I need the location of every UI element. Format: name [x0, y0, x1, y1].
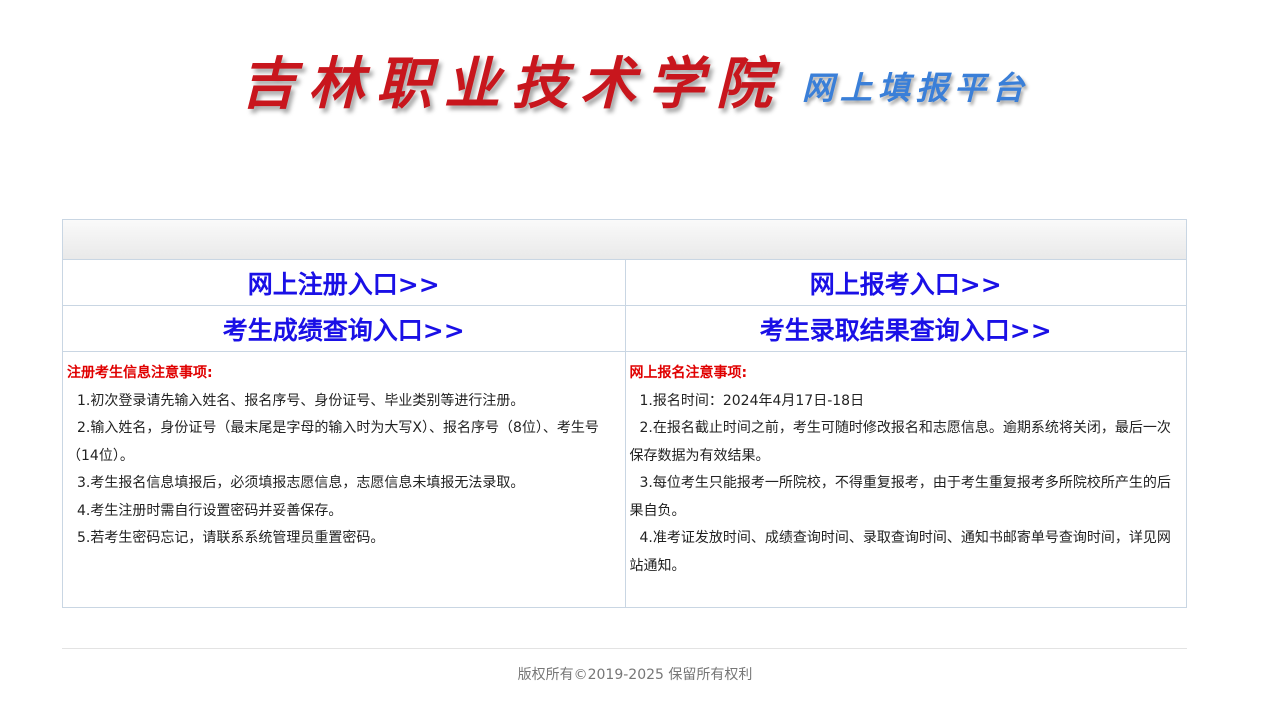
- apply-note-item: 1.报名时间：2024年4月17日-18日: [639, 392, 865, 409]
- header-banner: 吉林职业技术学院 网上填报平台: [0, 40, 1270, 120]
- apply-note-item: 3.每位考生只能报考一所院校，不得重复报考，由于考生重复报考多所院校所产生的后果…: [629, 475, 1171, 519]
- register-note-item: 1.初次登录请先输入姓名、报名序号、身份证号、毕业类别等进行注册。: [77, 392, 525, 409]
- platform-subtitle: 网上填报平台: [801, 69, 1030, 107]
- copyright-footer: 版权所有©2019-2025 保留所有权利: [517, 667, 753, 683]
- apply-note-item: 2.在报名截止时间之前，考生可随时修改报名和志愿信息。逾期系统将关闭，最后一次保…: [629, 420, 1171, 464]
- main-panel: 网上注册入口>> 网上报考入口>> 考生成绩查询入口>> 考生录取结果查询入口>…: [62, 219, 1187, 608]
- register-note-item: 4.考生注册时需自行设置密码并妥善保存。: [77, 502, 343, 519]
- apply-notes: 网上报名注意事项: 1.报名时间：2024年4月17日-18日 2.在报名截止时…: [624, 352, 1187, 607]
- apply-cell: 网上报考入口>>: [624, 260, 1187, 305]
- footer-divider: [62, 648, 1187, 649]
- apply-note-item: 4.准考证发放时间、成绩查询时间、录取查询时间、通知书邮寄单号查询时间，详见网站…: [629, 530, 1171, 574]
- admission-query-link[interactable]: 考生录取结果查询入口>>: [760, 311, 1052, 347]
- college-logo-title: 吉林职业技术学院: [239, 51, 784, 117]
- register-cell: 网上注册入口>>: [63, 260, 625, 305]
- admission-query-cell: 考生录取结果查询入口>>: [624, 306, 1187, 351]
- score-query-link[interactable]: 考生成绩查询入口>>: [223, 311, 465, 347]
- entry-row-2: 考生成绩查询入口>> 考生录取结果查询入口>>: [63, 306, 1186, 352]
- notes-row: 注册考生信息注意事项: 1.初次登录请先输入姓名、报名序号、身份证号、毕业类别等…: [63, 352, 1186, 607]
- apply-entry-link[interactable]: 网上报考入口>>: [810, 265, 1002, 301]
- score-query-cell: 考生成绩查询入口>>: [63, 306, 625, 351]
- register-note-item: 2.输入姓名，身份证号（最末尾是字母的输入时为大写X）、报名序号（8位）、考生号…: [67, 420, 599, 464]
- register-note-item: 5.若考生密码忘记，请联系系统管理员重置密码。: [77, 530, 385, 546]
- panel-header-bar: [63, 220, 1186, 260]
- entry-row-1: 网上注册入口>> 网上报考入口>>: [63, 260, 1186, 306]
- register-notes-title: 注册考生信息注意事项:: [67, 365, 213, 381]
- register-note-item: 3.考生报名信息填报后，必须填报志愿信息，志愿信息未填报无法录取。: [77, 475, 525, 491]
- register-entry-link[interactable]: 网上注册入口>>: [248, 265, 440, 301]
- register-notes: 注册考生信息注意事项: 1.初次登录请先输入姓名、报名序号、身份证号、毕业类别等…: [63, 352, 625, 607]
- apply-notes-title: 网上报名注意事项:: [629, 365, 748, 381]
